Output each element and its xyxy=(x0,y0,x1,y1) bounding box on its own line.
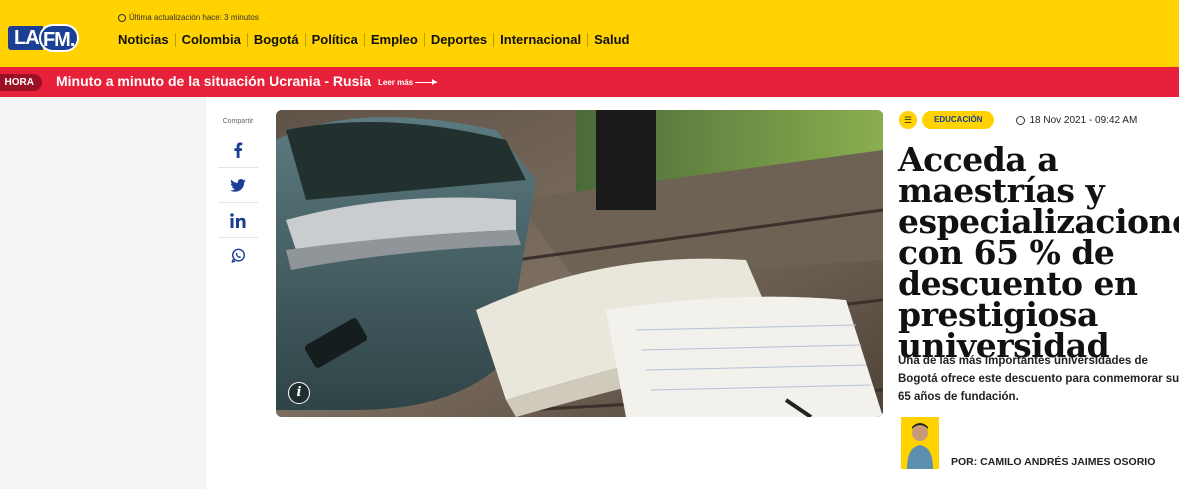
nav-empleo[interactable]: Empleo xyxy=(363,33,424,47)
clock-icon xyxy=(118,13,126,22)
clock-icon xyxy=(1016,115,1026,125)
logo-fm: FM. xyxy=(38,24,79,52)
publish-date: 18 Nov 2021 - 09:42 AM xyxy=(1016,115,1137,126)
article-meta: ☰ EDUCACIÓN 18 Nov 2021 - 09:42 AM xyxy=(899,111,1137,129)
breaking-news-bar: HORA Minuto a minuto de la situación Ucr… xyxy=(0,67,1179,97)
site-header: LA FM. Última actualización hace: 3 minu… xyxy=(0,0,1179,67)
breaking-badge: HORA xyxy=(0,74,42,91)
article-title: Acceda a maestrías y especializaciones c… xyxy=(898,140,1179,365)
read-more-label: Leer más xyxy=(378,78,414,87)
share-whatsapp-button[interactable] xyxy=(218,238,258,273)
left-ad-column xyxy=(0,97,206,489)
read-more-link[interactable]: Leer más xyxy=(378,78,438,87)
author-photo xyxy=(901,417,939,469)
backpack-notebook-photo xyxy=(276,110,883,417)
article-lead: Una de las más importantes universidades… xyxy=(898,355,1179,403)
nav-noticias[interactable]: Noticias xyxy=(110,33,175,47)
list-icon: ☰ xyxy=(899,111,917,129)
twitter-icon xyxy=(230,178,246,192)
nav-bogota[interactable]: Bogotá xyxy=(246,33,305,47)
share-twitter-button[interactable] xyxy=(218,168,258,203)
nav-salud[interactable]: Salud xyxy=(587,33,635,47)
category-tag[interactable]: EDUCACIÓN xyxy=(922,111,995,129)
share-facebook-button[interactable] xyxy=(218,133,258,168)
whatsapp-icon xyxy=(231,248,245,263)
author-avatar[interactable] xyxy=(901,417,939,469)
main-nav: Noticias Colombia Bogotá Política Empleo… xyxy=(110,33,636,47)
logo-la: LA xyxy=(8,26,43,50)
nav-politica[interactable]: Política xyxy=(304,33,364,47)
nav-colombia[interactable]: Colombia xyxy=(174,33,247,47)
article-hero-image: i xyxy=(276,110,883,417)
article-author: POR: CAMILO ANDRÉS JAIMES OSORIO xyxy=(901,417,1155,469)
share-linkedin-button[interactable] xyxy=(218,203,258,238)
nav-internacional[interactable]: Internacional xyxy=(493,33,587,47)
linkedin-icon xyxy=(230,212,246,228)
last-update-text: Última actualización hace: 3 minutos xyxy=(129,13,259,22)
share-label: Compartir xyxy=(222,118,254,125)
lafm-logo[interactable]: LA FM. xyxy=(8,24,98,52)
nav-deportes[interactable]: Deportes xyxy=(423,33,493,47)
image-info-button[interactable]: i xyxy=(288,382,310,404)
author-name[interactable]: POR: CAMILO ANDRÉS JAIMES OSORIO xyxy=(951,455,1155,469)
publish-date-text: 18 Nov 2021 - 09:42 AM xyxy=(1029,114,1138,126)
facebook-icon xyxy=(234,142,243,158)
last-update: Última actualización hace: 3 minutos xyxy=(118,13,259,22)
arrow-right-icon xyxy=(415,79,438,85)
breaking-headline[interactable]: Minuto a minuto de la situación Ucrania … xyxy=(56,73,371,89)
share-column: Compartir xyxy=(218,118,258,273)
